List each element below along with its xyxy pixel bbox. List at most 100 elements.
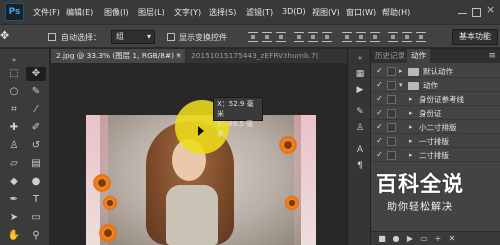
clone-source-panel-icon[interactable]: ♙ [354,123,366,134]
align-right-icon[interactable] [322,32,332,42]
menu-help[interactable]: 帮助(H) [382,7,410,18]
menu-type[interactable]: 文字(Y) [174,7,201,18]
stop-icon[interactable]: ■ [377,234,387,244]
play-icon[interactable]: ▶ [405,234,415,244]
check-icon[interactable]: ✓ [375,80,384,90]
action-row[interactable]: ✓ ▸ 一寸排版 [371,135,500,148]
hand-tool-icon[interactable]: ✋ [4,229,24,243]
dialog-toggle[interactable] [387,137,396,146]
show-transform-checkbox[interactable] [167,33,175,41]
clone-stamp-tool-icon[interactable]: ♙ [4,139,24,153]
menu-filter[interactable]: 滤镜(T) [246,7,273,18]
type-tool-icon[interactable]: T [26,193,46,207]
align-vcenter-icon[interactable] [262,32,272,42]
check-icon[interactable]: ✓ [375,150,384,160]
maximize-icon[interactable] [472,8,481,17]
path-select-tool-icon[interactable]: ➤ [4,211,24,225]
distribute-right-icon[interactable] [416,32,426,42]
watermark-subtitle: 助你轻松解决 [387,202,453,213]
action-set-row[interactable]: ✓ ▸ 默认动作 [371,65,500,78]
expand-arrow-icon[interactable]: ▸ [399,66,407,77]
tab-document-active[interactable]: 2.jpg @ 33.3% (图层 1, RGB/8#) * × [51,49,185,63]
action-row[interactable]: ✓ ▸ 身份证 [371,107,500,120]
new-set-icon[interactable]: ▭ [419,234,429,244]
check-icon[interactable]: ✓ [375,66,384,76]
record-icon[interactable]: ● [391,234,401,244]
dialog-toggle[interactable] [387,109,396,118]
brush-tool-icon[interactable]: ✐ [26,121,46,135]
auto-select-checkbox[interactable] [48,33,56,41]
zoom-tool-icon[interactable]: ⚲ [26,229,46,243]
check-icon[interactable]: ✓ [375,122,384,132]
action-row[interactable]: ✓ ▸ 身份证参考线 [371,93,500,106]
marquee-tool-icon[interactable]: ⬚ [4,67,24,81]
gradient-tool-icon[interactable]: ▤ [26,157,46,171]
dodge-tool-icon[interactable]: ● [26,175,46,189]
expand-arrow-icon[interactable]: ▸ [409,108,417,119]
minimize-icon[interactable] [458,8,467,14]
collapse-panels-icon[interactable]: « [354,53,366,64]
expand-arrow-icon[interactable]: ▸ [409,136,417,147]
action-row[interactable]: ✓ ▸ 小二寸排版 [371,121,500,134]
align-left-icon[interactable] [294,32,304,42]
shape-tool-icon[interactable]: ▭ [26,211,46,225]
close-icon[interactable]: × [486,4,495,15]
character-panel-icon[interactable]: A [354,145,366,156]
healing-brush-tool-icon[interactable]: ✚ [4,121,24,135]
tab-actions[interactable]: 动作 [407,49,430,63]
expand-arrow-icon[interactable]: ▸ [409,94,417,105]
collapse-toolbar-icon[interactable]: » [4,53,24,67]
distribute-left-icon[interactable] [388,32,398,42]
pen-tool-icon[interactable]: ✒ [4,193,24,207]
tab-history[interactable]: 历史记录 [371,49,409,63]
tab-document-inactive[interactable]: 20151015175443_zEFRV.thumb.7( [186,49,347,63]
action-row[interactable]: ✓ ▸ 二寸排版 [371,149,500,162]
canvas-area[interactable]: X：52.9 毫米 Y：88.5 毫米 [51,63,347,245]
move-tool-preset-icon[interactable]: ✥ [0,29,40,45]
menu-view[interactable]: 视图(V) [312,7,340,18]
menu-select[interactable]: 选择(S) [209,7,236,18]
brush-panel-icon[interactable]: ✎ [354,107,366,118]
distribute-top-icon[interactable] [342,32,352,42]
menu-image[interactable]: 图像(I) [104,7,129,18]
delete-icon[interactable]: ✕ [447,234,457,244]
distribute-vcenter-icon[interactable] [356,32,366,42]
dialog-toggle[interactable] [387,67,396,76]
blur-tool-icon[interactable]: ◆ [4,175,24,189]
expand-arrow-icon[interactable]: ▸ [409,150,417,161]
distribute-bottom-icon[interactable] [370,32,380,42]
align-hcenter-icon[interactable] [308,32,318,42]
panel-menu-icon[interactable]: ≡ [488,49,496,63]
check-icon[interactable]: ✓ [375,94,384,104]
check-icon[interactable]: ✓ [375,108,384,118]
menu-window[interactable]: 窗口(W) [346,7,376,18]
workspace-switcher[interactable]: 基本功能 [452,29,498,45]
auto-select-dropdown[interactable]: 组 ▾ [111,30,155,44]
expand-arrow-icon[interactable]: ▾ [399,80,407,91]
distribute-hcenter-icon[interactable] [402,32,412,42]
new-action-icon[interactable]: + [433,234,443,244]
menu-file[interactable]: 文件(F) [33,7,60,18]
dialog-toggle[interactable] [387,95,396,104]
align-top-icon[interactable] [248,32,258,42]
close-tab-icon[interactable]: × [176,49,182,63]
check-icon[interactable]: ✓ [375,136,384,146]
eraser-tool-icon[interactable]: ▱ [4,157,24,171]
dialog-toggle[interactable] [387,123,396,132]
eyedropper-tool-icon[interactable]: ⁄ [26,103,46,117]
menu-3d[interactable]: 3D(D) [282,7,306,16]
dialog-toggle[interactable] [387,81,396,90]
actions-panel-icon[interactable]: ▶ [354,85,366,96]
dialog-toggle[interactable] [387,151,396,160]
menu-edit[interactable]: 编辑(E) [66,7,93,18]
align-bottom-icon[interactable] [276,32,286,42]
action-set-row[interactable]: ✓ ▾ 动作 [371,79,500,92]
menu-layer[interactable]: 图层(L) [138,7,165,18]
move-tool-icon[interactable]: ✥ [26,67,46,81]
crop-tool-icon[interactable]: ⌗ [4,103,24,117]
expand-arrow-icon[interactable]: ▸ [409,122,417,133]
lasso-tool-icon[interactable]: ○ [4,85,24,99]
history-panel-icon[interactable]: ▦ [354,69,366,80]
quick-select-tool-icon[interactable]: ✎ [26,85,46,99]
history-brush-tool-icon[interactable]: ↺ [26,139,46,153]
